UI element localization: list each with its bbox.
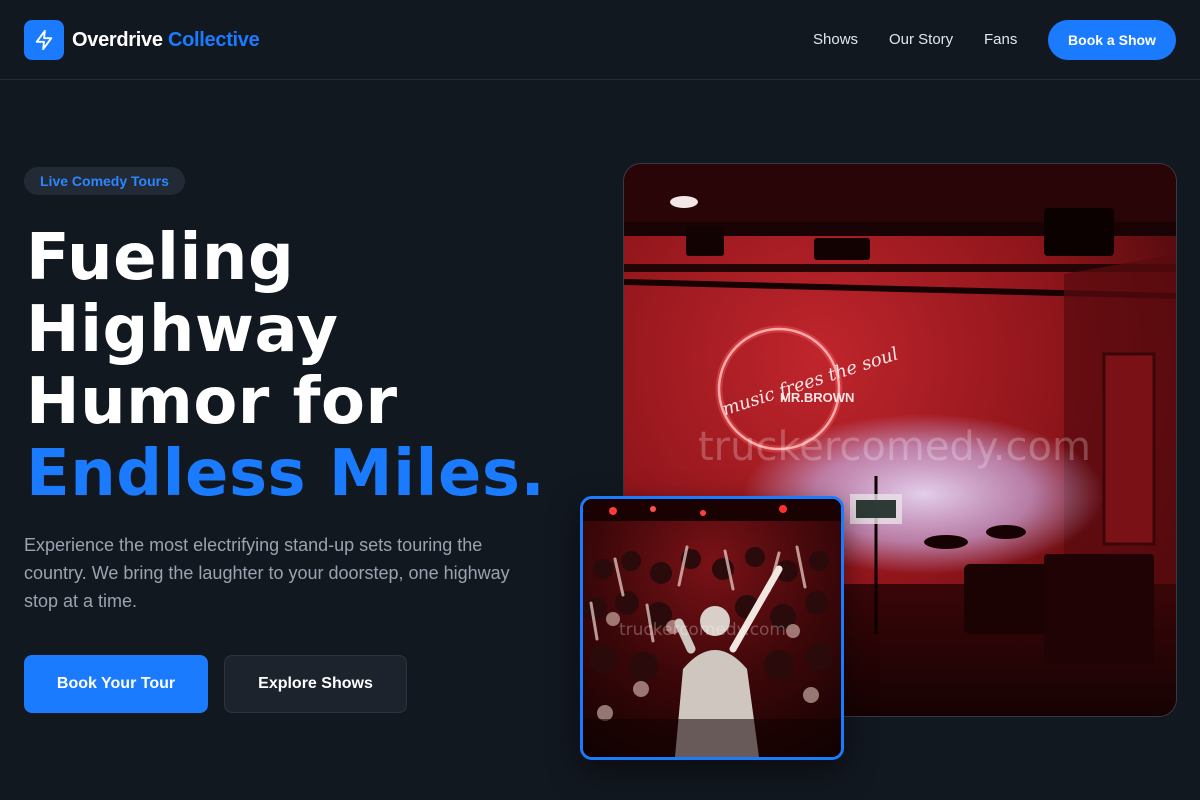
crowd-performance-photo: truckercomedy.com [580, 496, 844, 760]
neon-sign-subtext: MR.BROWN [780, 390, 854, 405]
book-a-show-button[interactable]: Book a Show [1048, 20, 1176, 60]
explore-shows-button[interactable]: Explore Shows [224, 655, 407, 713]
nav-link-our-story[interactable]: Our Story [889, 30, 953, 50]
lightning-bolt-icon [35, 29, 53, 51]
headline-accent: Endless Miles. [26, 437, 546, 511]
live-comedy-tours-badge: Live Comedy Tours [24, 167, 185, 195]
small-photo-watermark: truckercomedy.com [619, 620, 786, 640]
logo-badge[interactable] [24, 20, 64, 60]
brand-primary: Overdrive [72, 29, 163, 51]
brand-accent: Collective [167, 29, 260, 51]
book-your-tour-button[interactable]: Book Your Tour [24, 655, 208, 713]
headline-line-2: Highway [26, 293, 339, 367]
nav-link-fans[interactable]: Fans [984, 30, 1017, 50]
brand-name[interactable]: Overdrive Collective [72, 28, 260, 52]
hero-description: Experience the most electrifying stand-u… [24, 535, 510, 611]
main-photo-watermark: truckercomedy.com [698, 424, 1091, 470]
headline-line-1: Fueling [26, 221, 295, 295]
headline-line-3: Humor for [26, 365, 398, 439]
crowd-illustration: truckercomedy.com [583, 499, 841, 757]
hero-headline: Fueling Highway Humor for Endless Miles. [26, 222, 586, 510]
nav-link-shows[interactable]: Shows [813, 30, 858, 50]
top-navigation: Overdrive Collective Shows Our Story Fan… [0, 0, 1200, 80]
